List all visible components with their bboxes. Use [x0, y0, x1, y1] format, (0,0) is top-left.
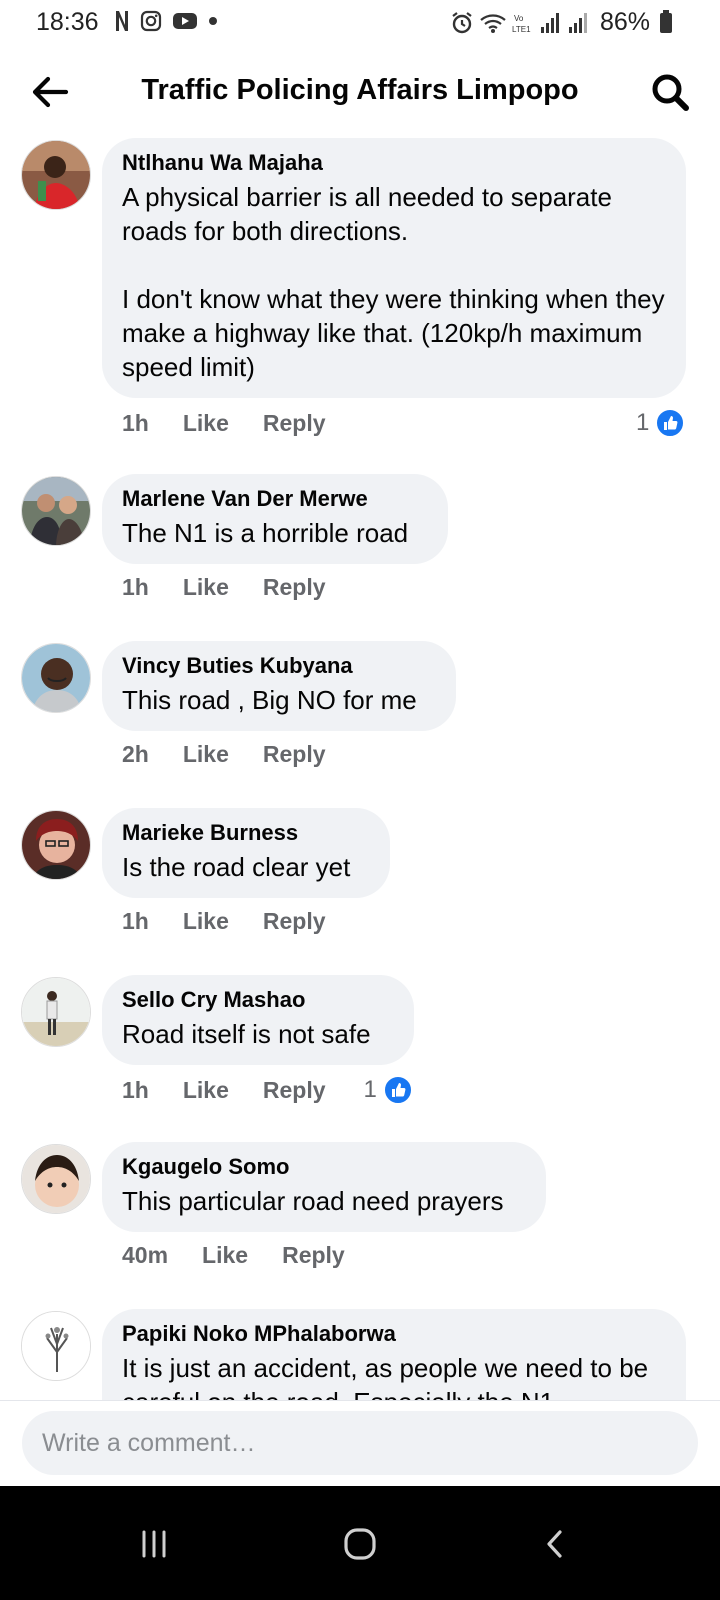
- recents-button[interactable]: [126, 1516, 182, 1572]
- reaction-count[interactable]: 1: [364, 1075, 413, 1105]
- reply-button[interactable]: Reply: [263, 1077, 326, 1104]
- comment-actions: 1h Like Reply: [122, 908, 326, 935]
- reply-button[interactable]: Reply: [263, 574, 326, 601]
- recents-icon: [142, 1530, 166, 1558]
- netflix-icon: [116, 11, 128, 31]
- comment-time[interactable]: 1h: [122, 908, 149, 935]
- like-button[interactable]: Like: [183, 410, 229, 437]
- comment-actions: 1h Like Reply: [122, 410, 326, 437]
- signal-icon: [568, 12, 587, 33]
- comment-author[interactable]: Sello Cry Mashao: [122, 987, 394, 1013]
- reply-button[interactable]: Reply: [263, 908, 326, 935]
- comment-bubble[interactable]: Kgaugelo Somo This particular road need …: [102, 1142, 546, 1232]
- avatar[interactable]: [21, 643, 91, 713]
- status-left-icons: [114, 10, 218, 32]
- reaction-count[interactable]: 1: [636, 408, 686, 438]
- reaction-number: 1: [636, 409, 650, 436]
- home-icon: [344, 1528, 376, 1560]
- comment-time[interactable]: 1h: [122, 1077, 149, 1104]
- status-time: 18:36: [36, 8, 99, 36]
- comment-text: The N1 is a horrible road: [122, 518, 409, 548]
- app-header: Traffic Policing Affairs Limpopo: [0, 56, 720, 126]
- svg-text:Vo: Vo: [514, 14, 524, 23]
- battery-percent: 86%: [599, 8, 650, 36]
- comment-text: This road , Big NO for me: [122, 685, 417, 715]
- status-bar: 18:36 Vo LTE1 86%: [0, 0, 720, 46]
- dot-icon: [209, 17, 217, 25]
- avatar[interactable]: [21, 810, 91, 880]
- comment-bubble[interactable]: Papiki Noko MPhalaborwa It is just an ac…: [102, 1309, 686, 1400]
- comment-actions: 40m Like Reply: [122, 1242, 345, 1269]
- signal-icon: [540, 12, 559, 33]
- comment-bubble[interactable]: Sello Cry Mashao Road itself is not safe: [102, 975, 414, 1065]
- comment-actions: 1h Like Reply: [122, 574, 326, 601]
- comment-composer-bar: [0, 1400, 720, 1487]
- comments-list[interactable]: Ntlhanu Wa Majaha A physical barrier is …: [0, 138, 720, 1400]
- comment-text: A physical barrier is all needed to sepa…: [122, 182, 665, 382]
- comment-time[interactable]: 1h: [122, 574, 149, 601]
- write-comment-input[interactable]: [22, 1411, 698, 1475]
- search-icon: [652, 74, 689, 111]
- comment-actions: 1h Like Reply 1: [122, 1075, 413, 1105]
- like-button[interactable]: Like: [183, 1077, 229, 1104]
- comment-author[interactable]: Papiki Noko MPhalaborwa: [122, 1321, 666, 1347]
- system-back-button[interactable]: [528, 1516, 584, 1572]
- svg-text:LTE1: LTE1: [512, 25, 531, 34]
- comment-time[interactable]: 40m: [122, 1242, 168, 1269]
- like-button[interactable]: Like: [183, 574, 229, 601]
- comment-author[interactable]: Kgaugelo Somo: [122, 1154, 526, 1180]
- wifi-icon: [480, 13, 506, 33]
- reply-button[interactable]: Reply: [282, 1242, 345, 1269]
- comment-text: Road itself is not safe: [122, 1019, 371, 1049]
- comment-bubble[interactable]: Marieke Burness Is the road clear yet: [102, 808, 390, 898]
- battery-icon: [660, 9, 672, 33]
- comment-text: Is the road clear yet: [122, 852, 351, 882]
- avatar[interactable]: [21, 977, 91, 1047]
- like-button[interactable]: Like: [183, 908, 229, 935]
- page-title: Traffic Policing Affairs Limpopo: [141, 74, 579, 106]
- avatar[interactable]: [21, 476, 91, 546]
- reaction-number: 1: [363, 1076, 377, 1103]
- avatar[interactable]: [21, 1144, 91, 1214]
- comment-bubble[interactable]: Ntlhanu Wa Majaha A physical barrier is …: [102, 138, 686, 398]
- comment-time[interactable]: 2h: [122, 741, 149, 768]
- youtube-icon: [173, 13, 197, 29]
- system-nav-bar: [0, 1486, 720, 1600]
- back-icon: [547, 1530, 562, 1558]
- reply-button[interactable]: Reply: [263, 741, 326, 768]
- volte-icon: Vo LTE1: [512, 14, 531, 34]
- instagram-icon: [140, 10, 162, 32]
- like-button[interactable]: Like: [202, 1242, 248, 1269]
- comment-author[interactable]: Vincy Buties Kubyana: [122, 653, 436, 679]
- reply-button[interactable]: Reply: [263, 410, 326, 437]
- search-button[interactable]: [648, 70, 692, 114]
- thumbs-up-icon: [382, 1075, 413, 1105]
- comment-text: It is just an accident, as people we nee…: [122, 1353, 649, 1400]
- home-button[interactable]: [332, 1516, 388, 1572]
- comment-author[interactable]: Marieke Burness: [122, 820, 370, 846]
- avatar[interactable]: [21, 1311, 91, 1381]
- comment-author[interactable]: Marlene Van Der Merwe: [122, 486, 428, 512]
- comment-actions: 2h Like Reply: [122, 741, 326, 768]
- thumbs-up-icon: [655, 408, 686, 438]
- status-right-icons: Vo LTE1 86%: [450, 8, 672, 37]
- comment-bubble[interactable]: Vincy Buties Kubyana This road , Big NO …: [102, 641, 456, 731]
- comment-text: This particular road need prayers: [122, 1186, 504, 1216]
- avatar[interactable]: [21, 140, 91, 210]
- like-button[interactable]: Like: [183, 741, 229, 768]
- alarm-icon: [452, 11, 472, 33]
- comment-bubble[interactable]: Marlene Van Der Merwe The N1 is a horrib…: [102, 474, 448, 564]
- comment-time[interactable]: 1h: [122, 410, 149, 437]
- comment-author[interactable]: Ntlhanu Wa Majaha: [122, 150, 666, 176]
